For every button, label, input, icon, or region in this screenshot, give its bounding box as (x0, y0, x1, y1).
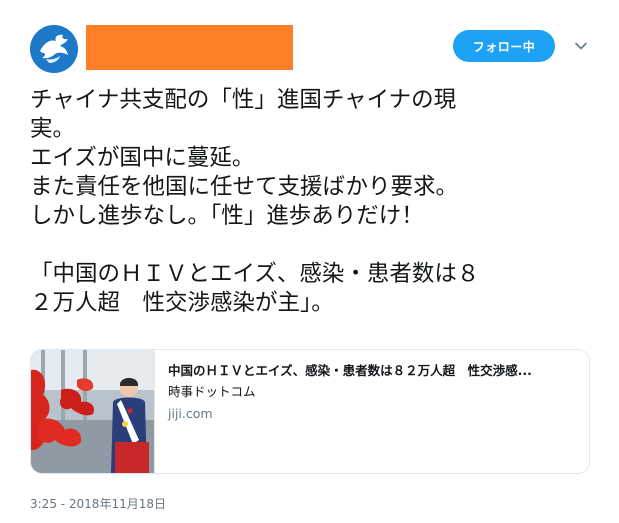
redacted-username (86, 25, 293, 70)
card-photo-image (31, 350, 154, 473)
tweet-line: 「中国のＨＩＶとエイズ、感染・患者数は８ (30, 261, 480, 287)
tweet-line: しかし進歩なし。「性」進歩ありだけ！ (30, 203, 424, 229)
tweet-container: フォロー中 チャイナ共支配の「性」進国チャイナの現 実。 エイズが国中に蔓延。 … (0, 0, 619, 523)
tweet-line: ２万人超 性交渉感染が主」。 (30, 290, 334, 316)
tweet-line: エイズが国中に蔓延。 (30, 145, 255, 171)
card-body[interactable]: 中国のＨＩＶとエイズ、感染・患者数は８２万人超 性交渉感... 時事ドットコム … (168, 363, 578, 422)
link-card[interactable]: 中国のＨＩＶとエイズ、感染・患者数は８２万人超 性交渉感... 時事ドットコム … (30, 349, 590, 474)
tweet-line: 実。 (30, 116, 76, 142)
card-title[interactable]: 中国のＨＩＶとエイズ、感染・患者数は８２万人超 性交渉感... (168, 363, 578, 379)
card-thumbnail[interactable] (31, 350, 155, 473)
card-description: 時事ドットコム (168, 384, 256, 399)
tweet-line-break (30, 231, 590, 260)
following-button[interactable]: フォロー中 (453, 30, 555, 62)
tweet-timestamp[interactable]: 3:25 - 2018年11月18日 (30, 495, 166, 512)
tweet-text: チャイナ共支配の「性」進国チャイナの現 実。 エイズが国中に蔓延。 また責任を他… (30, 86, 590, 318)
tweet-line: また責任を他国に任せて支援ばかり要求。 (30, 174, 458, 200)
bird-logo-icon (30, 25, 78, 73)
chevron-down-icon[interactable] (573, 38, 589, 54)
tweet-line: チャイナ共支配の「性」進国チャイナの現 (30, 87, 457, 113)
avatar[interactable] (30, 25, 78, 73)
card-domain: jiji.com (168, 406, 213, 421)
